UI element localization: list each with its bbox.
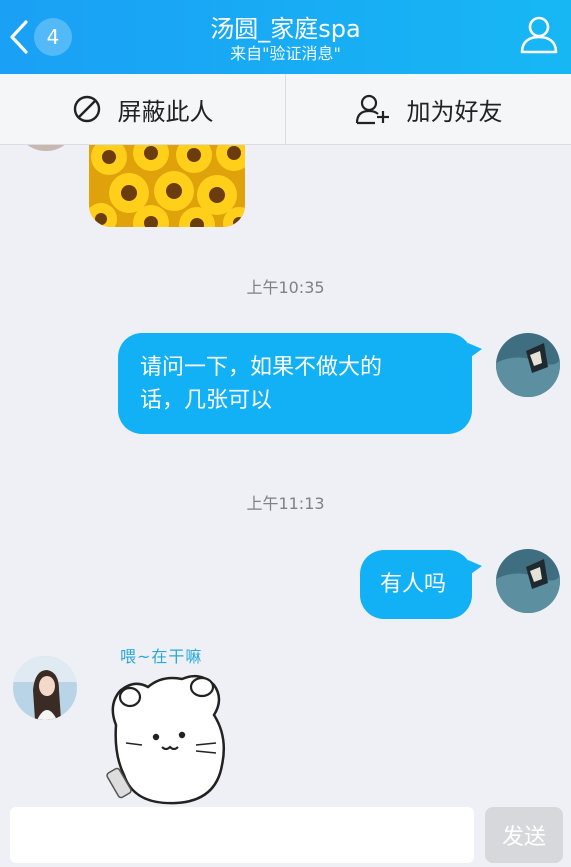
message-line: 请问一下，如果不做大的 xyxy=(140,355,383,380)
message-input[interactable] xyxy=(10,807,474,863)
timestamp: 上午11:13 xyxy=(246,494,325,513)
image-message[interactable] xyxy=(89,145,245,227)
my-avatar[interactable] xyxy=(496,333,560,397)
chat-subtitle: 来自"验证消息" xyxy=(230,44,341,63)
message-line: 话，几张可以 xyxy=(140,388,273,413)
hamster-sticker xyxy=(106,674,225,805)
outgoing-message[interactable]: 请问一下，如果不做大的 话，几张可以 xyxy=(118,333,482,434)
my-avatar-image xyxy=(496,549,560,613)
send-button[interactable]: 发送 xyxy=(485,807,563,863)
message-list[interactable]: 上午10:35 请问一下，如果不做大的 话，几张可以 上午11:13 有人吗 喂… xyxy=(0,145,571,805)
sticker-caption: 喂~在干嘛 xyxy=(120,647,203,666)
chat-title: 汤圆_家庭spa xyxy=(210,15,361,43)
timestamp: 上午10:35 xyxy=(246,278,325,297)
outgoing-message[interactable]: 有人吗 xyxy=(360,550,482,619)
message-line: 有人吗 xyxy=(380,572,447,597)
sunflower-photo xyxy=(89,145,245,227)
my-avatar-image xyxy=(496,333,560,397)
profile-icon[interactable] xyxy=(519,14,559,56)
block-user-label: 屏蔽此人 xyxy=(117,97,214,126)
block-user-button[interactable]: 屏蔽此人 xyxy=(0,74,285,144)
add-user-icon xyxy=(355,94,389,125)
stranger-action-bar: 屏蔽此人 加为好友 xyxy=(0,74,571,145)
add-friend-label: 加为好友 xyxy=(406,97,503,126)
message-input-bar: 发送 xyxy=(0,805,571,867)
my-avatar[interactable] xyxy=(496,549,560,613)
sticker-message[interactable] xyxy=(104,665,234,805)
contact-avatar[interactable] xyxy=(13,656,77,720)
contact-avatar[interactable] xyxy=(14,145,78,151)
block-icon xyxy=(73,95,100,123)
contact-avatar-image xyxy=(13,656,77,720)
chat-header: 4 汤圆_家庭spa 来自"验证消息" xyxy=(0,0,571,74)
add-friend-button[interactable]: 加为好友 xyxy=(285,74,571,144)
